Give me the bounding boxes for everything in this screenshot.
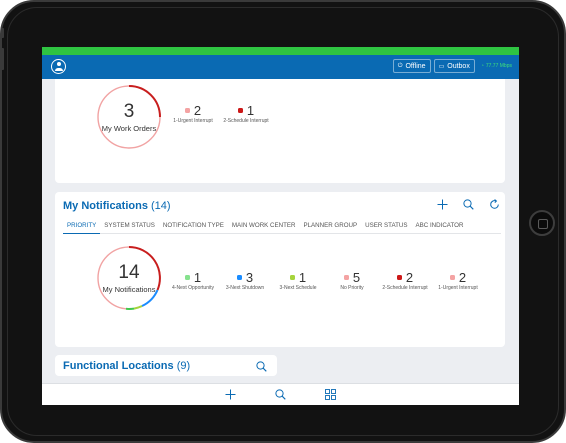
notifications-title-text: My Notifications: [63, 200, 148, 212]
stat-color-dot: [236, 275, 242, 280]
outbox-icon: ▭: [438, 63, 445, 70]
stat-label: 4-Next Opportunity: [172, 285, 214, 291]
stat-color-dot: [184, 108, 190, 113]
stat-color-dot: [289, 275, 295, 280]
stat-label: 1-Urgent Interrupt: [173, 118, 213, 124]
notifications-count: (14): [151, 200, 171, 212]
user-icon[interactable]: [51, 59, 66, 74]
functional-locations-title-text: Functional Locations: [63, 360, 174, 372]
offline-label: Offline: [405, 62, 426, 70]
work-orders-donut[interactable]: 3 My Work Orders: [96, 84, 162, 150]
refresh-notifications-button[interactable]: [481, 197, 507, 211]
stat-value: 2: [405, 270, 414, 285]
wifi-icon: ◔: [480, 63, 484, 69]
stat-color-dot: [184, 275, 190, 280]
notif-stat-schedule-interrupt[interactable]: 2 2-Schedule Interrupt: [378, 271, 432, 291]
stat-label: 3-Next Shutdown: [225, 285, 265, 291]
notif-stat-no-priority[interactable]: 5 No Priority: [325, 271, 379, 291]
sync-status: ◔ 77.77 Mbps: [478, 63, 515, 69]
stat-color-dot: [343, 275, 349, 280]
work-orders-card: 3 My Work Orders 2 1-Urgent Interrupt 1 …: [55, 79, 505, 183]
notifications-donut-count: 14: [118, 262, 140, 283]
functional-locations-card[interactable]: Functional Locations (9): [55, 355, 277, 376]
notif-stat-next-opportunity[interactable]: 1 4-Next Opportunity: [166, 271, 220, 291]
tab-priority[interactable]: PRIORITY: [63, 220, 101, 234]
status-strip: [42, 47, 519, 55]
wo-stat-schedule[interactable]: 1 2-Schedule Interrupt: [219, 104, 273, 124]
stat-label: 3-Next Schedule: [279, 285, 317, 291]
search-button[interactable]: [270, 386, 292, 404]
stat-value: 2: [193, 103, 202, 118]
notifications-donut-label: My Notifications: [102, 285, 156, 294]
stat-value: 3: [245, 270, 254, 285]
add-button[interactable]: [220, 386, 242, 404]
functional-locations-count: (9): [176, 360, 191, 372]
volume-button: [1, 48, 4, 70]
functional-locations-title: Functional Locations (9): [63, 360, 190, 372]
notifications-card: My Notifications (14) PRIORITY SYSTEM ST…: [55, 192, 505, 347]
notif-stat-urgent-interrupt[interactable]: 2 1-Urgent Interrupt: [431, 271, 485, 291]
notifications-title: My Notifications (14): [63, 200, 171, 212]
search-icon: [256, 361, 267, 372]
offline-button[interactable]: ⏻ Offline: [392, 59, 431, 73]
app-header: ⏻ Offline ▭ Outbox ◔ 77.77 Mbps: [42, 55, 519, 79]
grid-view-button[interactable]: [320, 386, 342, 404]
bottom-toolbar: [42, 383, 519, 405]
notif-stat-next-schedule[interactable]: 1 3-Next Schedule: [271, 271, 325, 291]
grid-icon: [325, 389, 336, 400]
home-button[interactable]: [529, 210, 555, 236]
app-screen: ⏻ Offline ▭ Outbox ◔ 77.77 Mbps 3 My Wor…: [42, 47, 519, 405]
work-orders-count: 3: [123, 101, 135, 122]
stat-color-dot: [449, 275, 455, 280]
wo-stat-urgent[interactable]: 2 1-Urgent Interrupt: [166, 104, 220, 124]
notification-tabs: PRIORITY SYSTEM STATUS NOTIFICATION TYPE…: [63, 220, 501, 234]
outbox-button[interactable]: ▭ Outbox: [433, 59, 475, 73]
mute-switch: [1, 28, 4, 38]
search-icon: [275, 389, 286, 400]
header-actions: ⏻ Offline ▭ Outbox ◔ 77.77 Mbps: [392, 59, 515, 73]
plus-icon: [437, 199, 447, 209]
stat-label: No Priority: [340, 285, 364, 291]
search-functional-locations-button[interactable]: [256, 359, 267, 377]
search-notifications-button[interactable]: [455, 197, 481, 211]
tab-system-status[interactable]: SYSTEM STATUS: [100, 220, 159, 234]
add-notification-button[interactable]: [429, 197, 455, 211]
tablet-frame: ⏻ Offline ▭ Outbox ◔ 77.77 Mbps 3 My Wor…: [0, 0, 566, 443]
notifications-donut[interactable]: 14 My Notifications: [96, 245, 162, 311]
stat-value: 1: [246, 103, 255, 118]
notif-stat-next-shutdown[interactable]: 3 3-Next Shutdown: [218, 271, 272, 291]
refresh-icon: [489, 198, 499, 209]
stat-label: 2-Schedule Interrupt: [223, 118, 269, 124]
stat-value: 1: [298, 270, 307, 285]
stat-value: 1: [193, 270, 202, 285]
sync-speed: 77.77 Mbps: [485, 63, 512, 69]
stat-value: 5: [352, 270, 361, 285]
offline-icon: ⏻: [397, 62, 403, 69]
stat-label: 2-Schedule Interrupt: [382, 285, 428, 291]
stat-label: 1-Urgent Interrupt: [438, 285, 478, 291]
tab-notification-type[interactable]: NOTIFICATION TYPE: [159, 220, 228, 234]
tab-planner-group[interactable]: PLANNER GROUP: [299, 220, 361, 234]
tab-abc-indicator[interactable]: ABC INDICATOR: [412, 220, 468, 234]
outbox-label: Outbox: [447, 62, 470, 70]
stat-color-dot: [396, 275, 402, 280]
search-icon: [462, 198, 474, 210]
tab-user-status[interactable]: USER STATUS: [361, 220, 411, 234]
stat-value: 2: [458, 270, 467, 285]
stat-color-dot: [237, 108, 243, 113]
notifications-actions: [429, 197, 507, 211]
plus-icon: [225, 389, 236, 400]
work-orders-label: My Work Orders: [101, 124, 157, 133]
tab-main-work-center[interactable]: MAIN WORK CENTER: [228, 220, 300, 234]
